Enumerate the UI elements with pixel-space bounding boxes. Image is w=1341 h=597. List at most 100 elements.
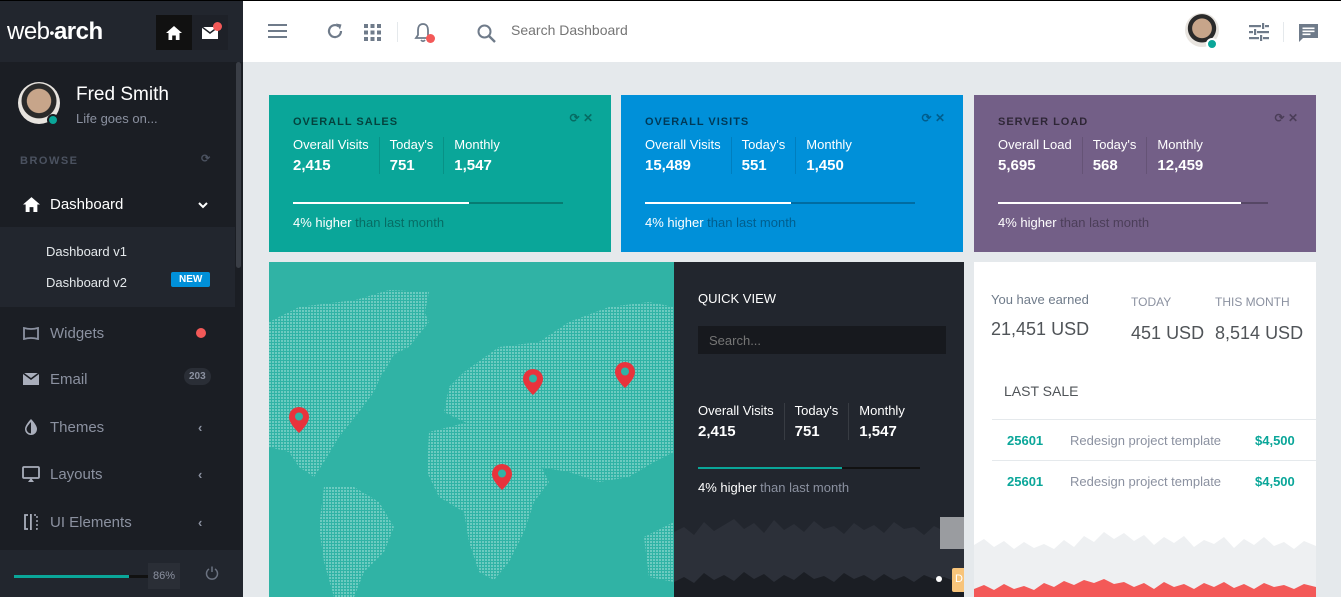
notification-dot bbox=[426, 34, 435, 43]
sidebar-footer: 86% bbox=[0, 550, 243, 597]
email-count-badge: 203 bbox=[184, 368, 211, 385]
stat-overall: Overall Visits 15,489 bbox=[645, 137, 732, 174]
tile-progress-fill bbox=[998, 202, 1241, 204]
stat-label: Today's bbox=[389, 137, 434, 152]
sale-amount: $4,500 bbox=[1255, 474, 1295, 489]
continent-australia bbox=[644, 522, 674, 582]
trend-text: than last month bbox=[1060, 215, 1150, 230]
online-status-dot bbox=[47, 114, 59, 126]
notification-dot bbox=[213, 22, 222, 31]
sale-row[interactable]: 25601 Redesign project template $4,500 bbox=[992, 419, 1316, 460]
apps-grid-button[interactable] bbox=[363, 23, 381, 41]
stat-value: 1,547 bbox=[454, 157, 492, 174]
logo[interactable]: web•arch bbox=[7, 18, 103, 46]
sidebar-scrollbar[interactable] bbox=[236, 62, 241, 268]
email-icon bbox=[22, 370, 40, 388]
search-icon[interactable] bbox=[476, 23, 496, 43]
map-pin-eastern-europe[interactable] bbox=[523, 369, 543, 395]
home-button[interactable] bbox=[156, 15, 192, 50]
notifications-button[interactable] bbox=[412, 21, 435, 45]
tile-stats: Overall Visits 15,489 Today's 551 Monthly 1… bbox=[645, 137, 872, 174]
stat-value: 5,695 bbox=[998, 157, 1036, 174]
map-pin-siberia[interactable] bbox=[615, 362, 635, 388]
trend-highlight: 4% higher bbox=[293, 215, 352, 230]
this-month-label: THIS MONTH bbox=[1215, 295, 1290, 309]
settings-button[interactable] bbox=[1248, 22, 1270, 42]
sidebar-item-ui-elements[interactable]: UI Elements ‹ bbox=[0, 499, 235, 545]
stat-value: 2,415 bbox=[293, 157, 331, 174]
sidebar-item-label: Email bbox=[50, 370, 88, 388]
sidebar-item-email[interactable]: Email 203 bbox=[0, 356, 235, 402]
stat-monthly: Monthly 1,547 bbox=[859, 403, 915, 440]
mail-button[interactable] bbox=[192, 15, 228, 50]
menu-toggle-button[interactable] bbox=[267, 22, 287, 40]
sidebar-item-dashboard[interactable]: Dashboard bbox=[0, 181, 235, 227]
map-pin-north-america[interactable] bbox=[289, 407, 309, 433]
sale-description: Redesign project template bbox=[1070, 433, 1222, 448]
close-icon[interactable]: ✕ bbox=[583, 111, 593, 125]
reload-button[interactable] bbox=[325, 21, 345, 41]
quick-view-title: QUICK VIEW bbox=[698, 291, 777, 306]
chat-button[interactable] bbox=[1297, 22, 1319, 44]
reload-icon[interactable]: ⟳ bbox=[1275, 111, 1285, 125]
sale-id[interactable]: 25601 bbox=[1007, 474, 1043, 489]
sidebar-item-label: UI Elements bbox=[50, 513, 132, 531]
tile-title: OVERALL VISITS bbox=[645, 116, 750, 128]
submenu-item-dashboard-v2[interactable]: Dashboard v2 bbox=[46, 275, 127, 290]
trend-highlight: 4% higher bbox=[698, 480, 757, 495]
stat-today: Today's 568 bbox=[1093, 137, 1148, 174]
stat-label: Overall Visits bbox=[645, 137, 721, 152]
currency: USD bbox=[1051, 319, 1090, 339]
sidebar-item-widgets[interactable]: Widgets bbox=[0, 310, 235, 356]
sale-description: Redesign project template bbox=[1070, 474, 1222, 489]
stat-value: 2,415 bbox=[698, 423, 736, 440]
map-pin-central-africa[interactable] bbox=[492, 464, 512, 490]
month-amount: 8,514 bbox=[1215, 323, 1261, 343]
stat-label: Overall Load bbox=[998, 137, 1072, 152]
stat-label: Monthly bbox=[859, 403, 905, 418]
tile-progress-bar bbox=[645, 202, 915, 204]
logo-bold: arch bbox=[53, 18, 103, 45]
world-map[interactable] bbox=[269, 262, 674, 597]
chevron-left-icon: ‹ bbox=[198, 514, 203, 530]
reload-icon[interactable]: ⟳ bbox=[922, 111, 932, 125]
submenu-item-dashboard-v1[interactable]: Dashboard v1 bbox=[46, 244, 127, 259]
dashboard-search-input[interactable] bbox=[511, 22, 811, 38]
power-icon[interactable] bbox=[205, 566, 219, 583]
reload-icon[interactable]: ⟳ bbox=[570, 111, 580, 125]
refresh-icon[interactable]: ⟳ bbox=[201, 152, 210, 165]
home-icon bbox=[166, 25, 182, 40]
sale-amount: $4,500 bbox=[1255, 433, 1295, 448]
chart-tooltip-box bbox=[940, 517, 964, 549]
storage-progress-bar bbox=[14, 575, 148, 578]
sidebar-item-themes[interactable]: Themes ‹ bbox=[0, 404, 235, 450]
quick-view-progress-bar bbox=[698, 467, 920, 469]
earned-value: 21,451 USD bbox=[991, 319, 1089, 340]
stat-label: Overall Visits bbox=[698, 403, 774, 418]
stat-value: 12,459 bbox=[1157, 157, 1204, 174]
stat-value: 751 bbox=[794, 423, 820, 440]
tile-progress-bar bbox=[293, 202, 563, 204]
chevron-left-icon: ‹ bbox=[198, 466, 203, 482]
earnings-wave-chart bbox=[974, 532, 1316, 597]
tile-trend: 4% higher than last month bbox=[998, 215, 1149, 230]
chat-icon bbox=[1298, 24, 1318, 42]
stat-today: Today's 751 bbox=[390, 137, 445, 174]
sale-row[interactable]: 25601 Redesign project template $4,500 bbox=[992, 460, 1316, 501]
today-label: TODAY bbox=[1131, 295, 1172, 309]
close-icon[interactable]: ✕ bbox=[935, 111, 945, 125]
sidebar-item-layouts[interactable]: Layouts ‹ bbox=[0, 451, 235, 497]
stat-today: Today's 551 bbox=[742, 137, 797, 174]
last-sale-heading: LAST SALE bbox=[1004, 383, 1079, 399]
grid-icon bbox=[363, 23, 381, 41]
chart-point[interactable] bbox=[936, 576, 942, 582]
quick-view-search-input[interactable] bbox=[698, 326, 946, 354]
sale-id[interactable]: 25601 bbox=[1007, 433, 1043, 448]
chart-tag: D bbox=[952, 568, 964, 592]
server-load-tile: SERVER LOAD ⟳ ✕ Overall Load 5,695 Today'… bbox=[974, 95, 1316, 252]
drop-icon bbox=[22, 418, 40, 436]
stat-label: Monthly bbox=[454, 137, 500, 152]
stat-label: Monthly bbox=[1157, 137, 1203, 152]
close-icon[interactable]: ✕ bbox=[1288, 111, 1298, 125]
tile-trend: 4% higher than last month bbox=[645, 215, 796, 230]
